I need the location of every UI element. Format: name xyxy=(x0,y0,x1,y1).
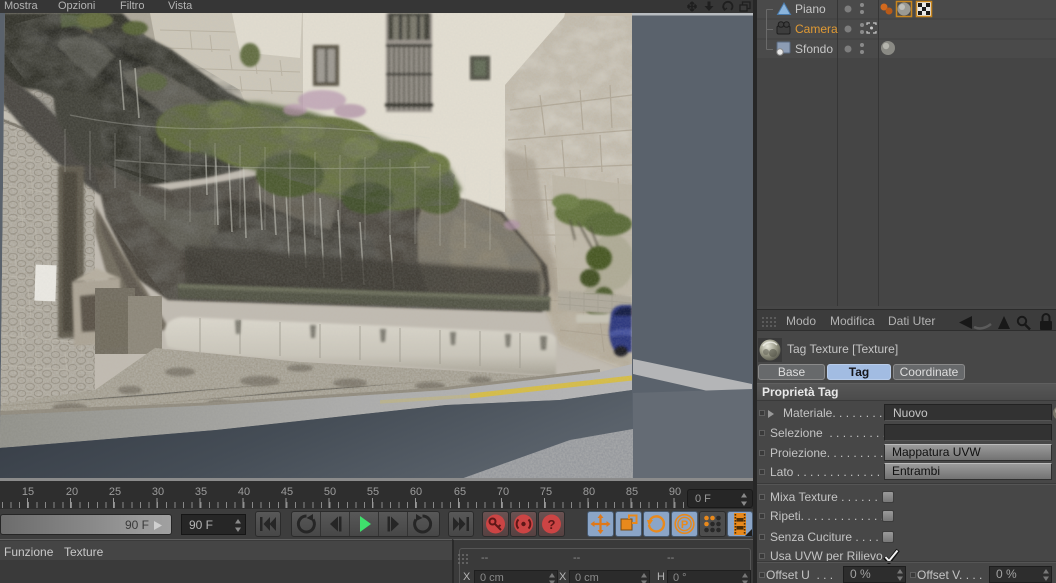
svg-text:P: P xyxy=(681,519,688,531)
svg-text:?: ? xyxy=(548,517,556,532)
